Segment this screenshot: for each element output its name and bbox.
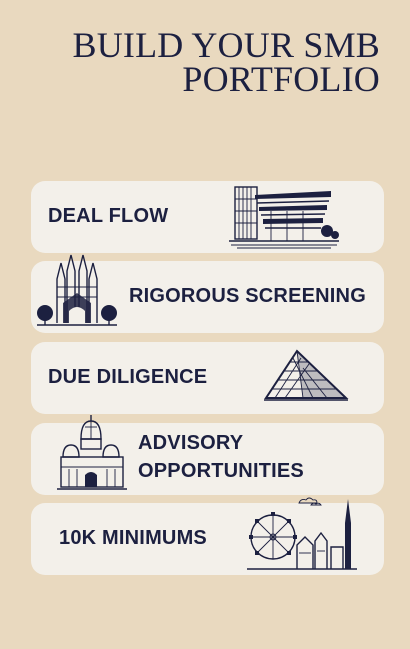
card-10k-minimums: 10K MINIMUMS [31,497,384,575]
card-rigorous-screening: RIGOROUS SCREENING [31,254,384,333]
card-advisory-opportunities: ADVISORY OPPORTUNITIES [31,415,384,495]
page-title: BUILD YOUR SMB PORTFOLIO [72,25,381,99]
card-label: RIGOROUS SCREENING [129,285,366,307]
title-line-2: PORTFOLIO [182,59,380,99]
card-label-line-1: ADVISORY [138,432,244,454]
card-label: 10K MINIMUMS [59,527,207,549]
card-label: DEAL FLOW [48,205,169,227]
card-deal-flow: DEAL FLOW [31,181,384,253]
guggenheim-museum-icon [229,186,339,249]
card-due-diligence: DUE DILIGENCE [31,342,384,414]
card-label: DUE DILIGENCE [48,366,208,388]
louvre-pyramid-icon [264,349,349,401]
sacre-coeur-icon [57,415,127,490]
sagrada-familia-icon [37,254,117,326]
title-line-1: BUILD YOUR SMB [72,25,380,65]
card-label-line-2: OPPORTUNITIES [138,460,304,482]
vienna-skyline-icon [247,497,357,570]
